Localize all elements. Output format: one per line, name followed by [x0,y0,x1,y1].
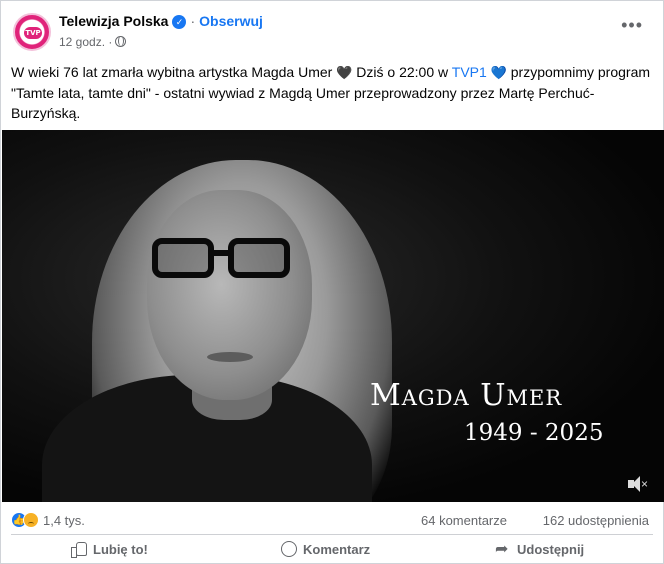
shares-count[interactable]: 162 udostępnienia [543,513,649,528]
black-heart-icon: 🖤 [336,65,353,80]
page-avatar[interactable]: TVP [13,13,51,51]
portrait-face [147,190,312,400]
like-label: Lubię to! [93,542,148,557]
sad-reaction-icon[interactable] [23,512,39,528]
post-text-part2: Dziś o 22:00 w [356,64,449,80]
portrait-glasses [152,238,292,280]
mute-x-mark: × [641,477,649,491]
share-arrow-icon [495,538,511,562]
post-text: W wieki 76 lat zmarła wybitna artystka M… [11,62,651,123]
right-lens [228,238,290,278]
portrait-lips [207,352,253,362]
globe-icon [115,36,127,47]
post-meta: 12 godz. · [59,35,127,49]
caption-name: Magda Umer [370,378,563,413]
share-button[interactable]: Udostępnij [495,538,584,562]
post-time[interactable]: 12 godz. [59,35,105,49]
left-lens [152,238,214,278]
post-text-part1: W wieki 76 lat zmarła wybitna artystka M… [11,64,333,80]
page-name[interactable]: Telewizja Polska [59,13,168,29]
actions-divider [11,534,653,535]
post-header: TVP Telewizja Polska ✓ · Obserwuj 12 godz. … [11,11,653,53]
more-options-button[interactable]: ••• [621,16,643,34]
share-label: Udostępnij [517,542,585,557]
facebook-post-card: TVP Telewizja Polska ✓ · Obserwuj 12 godz. … [0,0,664,564]
page-name-row: Telewizja Polska ✓ · Obserwuj [59,13,263,29]
reactions-count[interactable]: 1,4 tys. [43,513,85,528]
blue-heart-icon: 💙 [490,65,507,80]
post-stats: 👍 1,4 tys. 64 komentarze 162 udostępnien… [11,511,649,531]
like-button[interactable]: Lubię to! [71,538,148,562]
separator-dot-meta: · [108,35,113,49]
caption-years: 1949 - 2025 [464,420,604,446]
comment-bubble-icon [281,541,297,557]
tvp1-hashtag-link[interactable]: TVP1 [452,64,487,80]
follow-button[interactable]: Obserwuj [199,13,263,29]
thumbs-up-icon [71,541,87,558]
video-player[interactable]: Magda Umer 1949 - 2025 × [2,130,664,502]
separator-dot: · [190,13,196,29]
post-actions: Lubię to! Komentarz Udostępnij [11,538,653,562]
comment-button[interactable]: Komentarz [281,538,370,562]
verified-badge-icon: ✓ [172,15,187,29]
comment-label: Komentarz [303,542,371,557]
tvp-logo: TVP [24,27,42,39]
comments-count[interactable]: 64 komentarze [421,513,507,528]
speaker-cone [632,476,640,492]
speaker-muted-icon[interactable]: × [628,476,648,492]
